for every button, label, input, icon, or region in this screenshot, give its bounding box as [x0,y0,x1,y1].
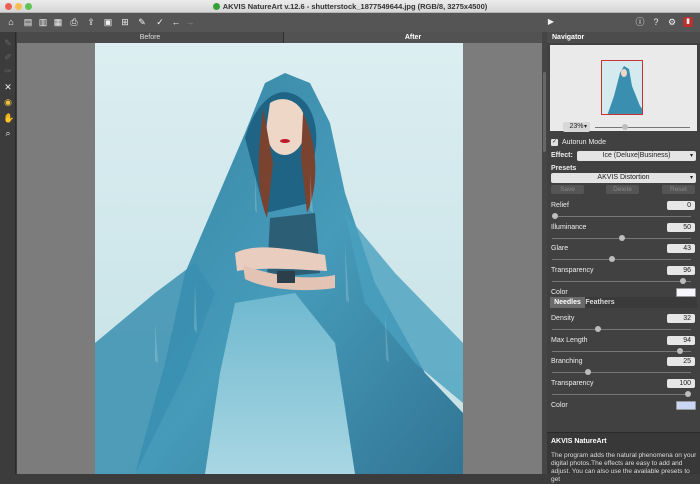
param-value[interactable]: 50 [667,223,695,232]
save-file-icon[interactable]: ▥ [38,17,48,27]
help-text: The program adds the natural phenomena o… [551,452,697,483]
color-swatch[interactable] [676,288,696,297]
zoom-slider-knob[interactable] [622,124,628,130]
toolbar: ⌂ ▤ ▥ ▦ ⎙ ⇪ ▣ ⊞ ✎ ✓ ← → ▶ ⓘ ? ⚙ ▮ [0,13,700,32]
color-swatch[interactable] [676,401,696,410]
param-slider-knob[interactable] [680,278,686,284]
batch-icon[interactable]: ▦ [53,17,63,27]
param-slider-knob[interactable] [609,256,615,262]
zoom-dropdown[interactable]: 23% ▾ [563,122,590,132]
navigator-header: Navigator [547,32,700,43]
param-slider-knob[interactable] [685,391,691,397]
autorun-checkbox[interactable]: ✓ [551,139,558,146]
image-canvas[interactable] [95,43,463,474]
param-slider-knob[interactable] [619,235,625,241]
param-label: Transparency [551,267,594,274]
color-label: Color [551,402,568,409]
brush-settings-icon[interactable]: ✎ [137,17,147,27]
canvas-settings-icon[interactable]: ⊞ [120,17,130,27]
param-value[interactable]: 96 [667,266,695,275]
effect-label: Effect: [551,152,573,159]
print-icon[interactable]: ⎙ [69,17,79,27]
param-value[interactable]: 94 [667,336,695,345]
navigator-view[interactable] [550,45,697,131]
app-logo-icon [212,3,220,10]
help-title: AKVIS NatureArt [551,438,607,445]
param-slider[interactable] [552,326,691,332]
zoom-slider[interactable] [595,124,690,130]
subtabs: Needles Feathers [550,297,697,308]
share-icon[interactable]: ⇪ [86,17,96,27]
settings-panel: Navigator 23% ▾ ✓ Autorun Mode Effect: Ic… [547,32,700,483]
presets-label: Presets [551,165,577,172]
param-slider[interactable] [552,235,691,241]
presets-dropdown[interactable]: AKVIS Distortion ▾ [551,173,696,183]
reset-preset-button[interactable]: Reset [662,185,695,194]
param-label: Transparency [551,380,594,387]
param-slider[interactable] [552,278,691,284]
param-label: Branching [551,358,583,365]
help-box: AKVIS NatureArt The program adds the nat… [547,432,700,483]
color-label: Color [551,289,568,296]
window-title: AKVIS NatureArt v.12.6 - shutterstock_18… [0,2,700,11]
tool-bar: ✎ ✐ ✑ ✕ ◉ ✋ ⌕ [0,32,16,474]
chevron-down-icon: ▾ [689,175,693,181]
effect-dropdown[interactable]: Ice (Deluxe|Business) ▾ [577,151,696,161]
home-icon[interactable]: ⌂ [6,17,16,27]
param-slider-knob[interactable] [595,326,601,332]
param-value[interactable]: 100 [667,379,695,388]
preferences-icon[interactable]: ✓ [155,17,165,27]
help-icon[interactable]: ? [651,17,661,27]
save-preset-button[interactable]: Save [551,185,584,194]
title-bar: AKVIS NatureArt v.12.6 - shutterstock_18… [0,0,700,13]
open-file-icon[interactable]: ▤ [23,17,33,27]
param-label: Illuminance [551,224,587,231]
param-value[interactable]: 25 [667,357,695,366]
chevron-down-icon: ▾ [583,124,587,130]
tab-needles[interactable]: Needles [550,297,585,308]
param-label: Density [551,315,575,322]
effect-area-icon[interactable]: ◉ [3,97,13,107]
export-icon[interactable]: ▣ [103,17,113,27]
hand-tool-icon[interactable]: ✋ [3,113,14,123]
chevron-down-icon: ▾ [689,153,693,159]
canvas-area: Before After [17,32,542,474]
brush-tool-icon[interactable]: ✎ [3,38,13,48]
akvis-menu-icon[interactable]: ▮ [683,17,693,27]
param-value[interactable]: 32 [667,314,695,323]
tab-feathers[interactable]: Feathers [585,297,615,308]
eraser-tool-icon[interactable]: ✐ [3,52,13,62]
gear-icon[interactable]: ⚙ [667,17,677,27]
param-value[interactable]: 0 [667,201,695,210]
undo-icon[interactable]: ← [171,17,181,27]
param-slider-knob[interactable] [552,213,558,219]
tab-before[interactable]: Before [17,32,283,43]
tab-after[interactable]: After [283,32,542,43]
delete-preset-button[interactable]: Delete [606,185,639,194]
history-brush-icon[interactable]: ✑ [3,66,13,76]
run-icon[interactable]: ▶ [546,17,556,27]
param-label: Max Length [551,337,588,344]
autorun-label: Autorun Mode [562,139,606,146]
param-slider-knob[interactable] [677,348,683,354]
param-value[interactable]: 43 [667,244,695,253]
view-tabs: Before After [17,32,542,43]
param-slider[interactable] [552,391,691,397]
photo-woman-in-blue-cloak [95,73,463,474]
param-slider[interactable] [552,213,691,219]
param-slider-knob[interactable] [585,369,591,375]
zoom-tool-icon[interactable]: ⌕ [3,128,13,138]
redo-icon[interactable]: → [185,17,195,27]
param-label: Relief [551,202,569,209]
param-slider[interactable] [552,369,691,375]
info-icon[interactable]: ⓘ [635,17,645,27]
param-slider[interactable] [552,256,691,262]
scrollbar-thumb[interactable] [543,72,546,152]
transform-tool-icon[interactable]: ✕ [3,82,13,92]
navigator-thumbnail-image [602,61,642,114]
param-slider[interactable] [552,348,691,354]
navigator-thumbnail[interactable] [601,60,643,115]
param-label: Glare [551,245,569,252]
